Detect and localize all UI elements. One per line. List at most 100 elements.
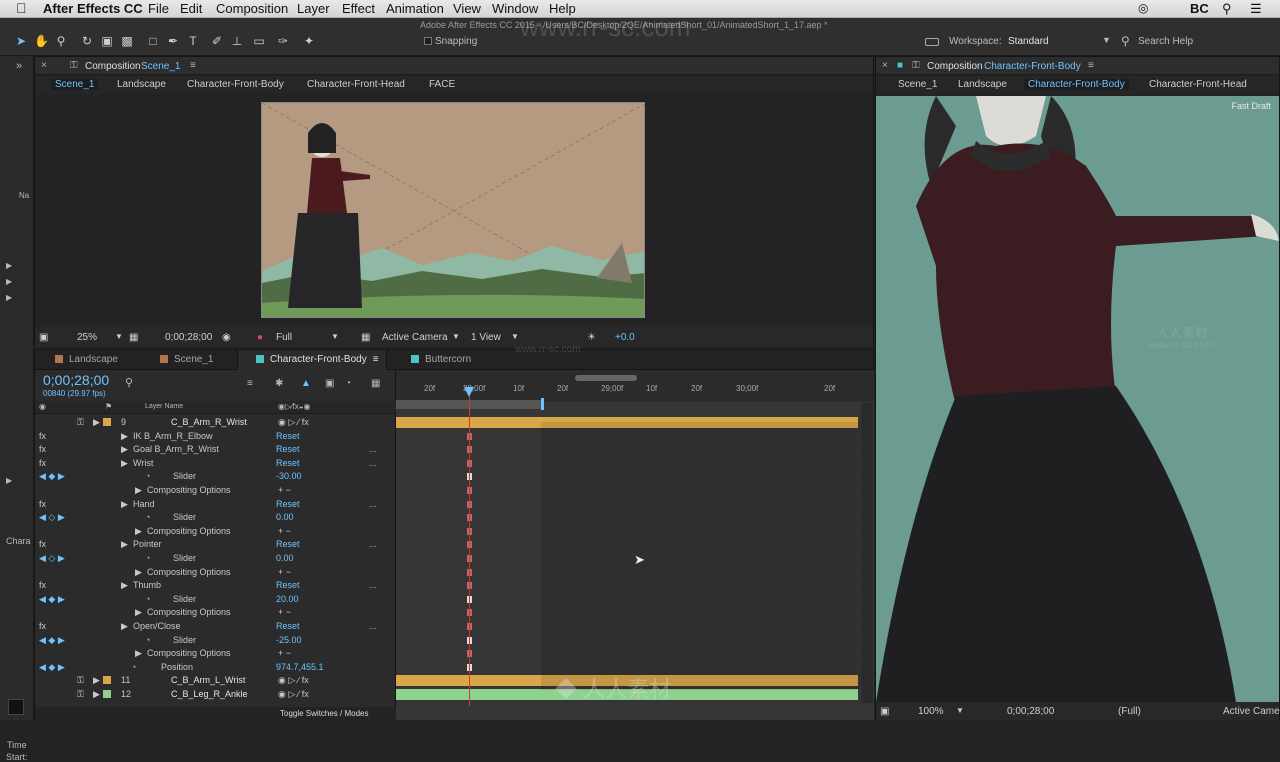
add-remove-mask-controls[interactable]: + − xyxy=(278,526,291,536)
menu-file[interactable]: File xyxy=(148,1,169,16)
keyframe-nav-icon[interactable]: ◀ ◆ ▶ xyxy=(39,635,65,646)
layer-switches-icon[interactable]: ◉ ▷ ∕ fx xyxy=(278,689,309,700)
property-value[interactable]: -25.00 xyxy=(276,635,302,645)
keyframe-nav-icon[interactable]: ◀ ◇ ▶ xyxy=(39,553,65,564)
reset-link[interactable]: Reset xyxy=(276,621,300,631)
expand-arrow-icon[interactable]: ▶ xyxy=(121,580,128,591)
chevron-down-icon[interactable]: ▼ xyxy=(1102,35,1111,45)
timeline-current-time[interactable]: 0;00;28;00 xyxy=(43,372,109,388)
frame-blending-icon[interactable]: ▣ xyxy=(325,378,334,389)
crumb-character-front-head[interactable]: Character-Front-Head xyxy=(1149,79,1247,90)
menu-effect[interactable]: Effect xyxy=(342,1,375,16)
roto-brush-tool-icon[interactable]: ✑ xyxy=(276,34,290,48)
panel-menu-icon[interactable]: ≡ xyxy=(373,354,379,365)
property-row[interactable]: ◀ ◇ ▶ ◔ Slider 0.00 xyxy=(35,511,396,525)
expand-arrow-icon[interactable]: ▶ xyxy=(93,675,100,686)
tab-scene-1[interactable]: Scene_1 xyxy=(160,350,236,370)
effect-name[interactable]: Pointer xyxy=(133,539,162,549)
color-channels-icon[interactable]: ● xyxy=(257,332,263,343)
compositing-options-row[interactable]: ▶ Compositing Options + − xyxy=(35,525,396,539)
layer-label-color[interactable] xyxy=(103,418,111,426)
compositing-options-row[interactable]: ▶ Compositing Options + − xyxy=(35,484,396,498)
tab-character-front-body[interactable]: Character-Front-Body ≡ xyxy=(237,350,387,370)
chevron-down-icon[interactable]: ▼ xyxy=(115,332,123,341)
toggle-switches-modes[interactable]: Toggle Switches / Modes xyxy=(280,709,369,718)
timeline-panel-label[interactable]: Chara xyxy=(6,536,31,546)
property-row[interactable]: ◀ ◇ ▶ ◔ Slider 0.00 xyxy=(35,552,396,566)
rotate-tool-icon[interactable]: ↻ xyxy=(80,34,94,48)
snapping-checkbox[interactable] xyxy=(424,37,432,45)
property-value[interactable]: 974.7,455.1 xyxy=(276,662,324,672)
type-tool-icon[interactable]: T xyxy=(186,34,200,48)
notification-icon[interactable]: ☰ xyxy=(1250,1,1262,17)
expand-arrow-icon[interactable]: ▶ xyxy=(135,526,142,537)
reset-link[interactable]: Reset xyxy=(276,458,300,468)
add-remove-mask-controls[interactable]: + − xyxy=(278,607,291,617)
crumb-scene-1[interactable]: Scene_1 xyxy=(898,79,937,90)
crumb-scene-1[interactable]: Scene_1 xyxy=(51,79,99,90)
effect-row[interactable]: fx ▶ Pointer Reset... xyxy=(35,538,396,552)
chevron-down-icon[interactable]: ▼ xyxy=(956,706,964,715)
property-value[interactable]: 0.00 xyxy=(276,512,294,522)
lock-icon[interactable]: ⚿ xyxy=(77,689,84,700)
effect-name[interactable]: Open/Close xyxy=(133,621,181,631)
user-initials[interactable]: BC xyxy=(1190,1,1209,16)
expand-arrow-icon[interactable]: ▶ xyxy=(121,621,128,632)
label-icon[interactable]: ⚑ xyxy=(105,402,112,411)
layer-row[interactable]: ⚿ ▶ 12 C_B_Leg_R_Ankle ◉ ▷ ∕ fx xyxy=(35,688,396,702)
keyframe-nav-icon[interactable]: ◀ ◆ ▶ xyxy=(39,662,65,673)
spotlight-icon[interactable]: ⚲ xyxy=(1222,1,1232,17)
view-layout-select[interactable]: 1 View xyxy=(471,332,501,343)
hide-shy-icon[interactable]: ▲ xyxy=(301,378,311,389)
fx-icon[interactable]: fx xyxy=(39,539,46,549)
reset-link[interactable]: Reset xyxy=(276,431,300,441)
property-row[interactable]: ◀ ◆ ▶ ◔ Position 974.7,455.1 xyxy=(35,661,396,675)
layer-name[interactable]: C_B_Arm_R_Wrist xyxy=(171,417,247,427)
layer-name-header[interactable]: Layer Name xyxy=(145,403,183,410)
panel-menu-icon[interactable]: ≡ xyxy=(1088,60,1094,71)
lock-icon[interactable]: ⚿ xyxy=(70,60,78,71)
effect-options-link[interactable]: ... xyxy=(369,499,377,509)
expand-arrow-icon[interactable]: ▶ xyxy=(121,539,128,550)
fx-icon[interactable]: fx xyxy=(39,458,46,468)
exposure-value[interactable]: +0.0 xyxy=(615,332,635,343)
effect-row[interactable]: fx ▶ Thumb Reset... xyxy=(35,579,396,593)
layer-switches-icon[interactable]: ◉ ▷ ∕ fx xyxy=(278,417,309,428)
layer-name[interactable]: C_B_Leg_R_Ankle xyxy=(171,689,248,699)
effect-row[interactable]: fx ▶ IK B_Arm_R_Elbow Reset xyxy=(35,430,396,444)
layer-switches-icon[interactable]: ◉ ▷ ∕ fx xyxy=(278,675,309,686)
composition-mini-flowchart-icon[interactable]: ≡ xyxy=(247,378,253,389)
effect-row[interactable]: fx ▶ Wrist Reset... xyxy=(35,457,396,471)
panel-play-icon[interactable]: ▶ xyxy=(6,293,12,302)
zoom-select[interactable]: 25% xyxy=(77,332,97,343)
wifi-icon[interactable]: ◎ xyxy=(1138,1,1148,15)
camera-tool-icon[interactable]: ▣ xyxy=(100,34,114,48)
expand-arrow-icon[interactable]: ▶ xyxy=(121,431,128,442)
property-value[interactable]: 20.00 xyxy=(276,594,299,604)
stopwatch-icon[interactable]: ◔ xyxy=(145,512,150,522)
app-menu[interactable]: After Effects CC xyxy=(43,1,143,16)
stopwatch-icon[interactable]: ◔ xyxy=(145,635,150,645)
composition-name[interactable]: Character-Front-Body xyxy=(984,61,1081,72)
effect-options-link[interactable]: ... xyxy=(369,621,377,631)
keyframe-nav-icon[interactable]: ◀ ◆ ▶ xyxy=(39,594,65,605)
selection-tool-icon[interactable]: ➤ xyxy=(14,34,28,48)
stopwatch-icon[interactable]: ◔ xyxy=(145,471,150,481)
expand-arrow-icon[interactable]: ▶ xyxy=(135,607,142,618)
property-value[interactable]: -30.00 xyxy=(276,471,302,481)
panel-play-icon[interactable]: ▶ xyxy=(6,261,12,270)
crumb-landscape[interactable]: Landscape xyxy=(958,79,1007,90)
chevron-down-icon[interactable]: ▼ xyxy=(511,332,519,341)
eraser-tool-icon[interactable]: ▭ xyxy=(252,34,266,48)
crumb-landscape[interactable]: Landscape xyxy=(117,79,166,90)
expand-arrow-icon[interactable]: ▶ xyxy=(121,499,128,510)
layer-label-color[interactable] xyxy=(103,690,111,698)
panel-menu-icon[interactable]: ≡ xyxy=(190,60,196,71)
fast-previews-icon[interactable]: ☀ xyxy=(587,332,596,343)
keyframe-nav-icon[interactable]: ◀ ◆ ▶ xyxy=(39,471,65,482)
composition-viewer[interactable] xyxy=(261,102,645,318)
composition-name[interactable]: Scene_1 xyxy=(141,61,180,72)
stopwatch-icon[interactable]: ◔ xyxy=(145,553,150,563)
expand-arrow-icon[interactable]: ▶ xyxy=(93,417,100,428)
crumb-character-front-body[interactable]: Character-Front-Body xyxy=(187,79,284,90)
